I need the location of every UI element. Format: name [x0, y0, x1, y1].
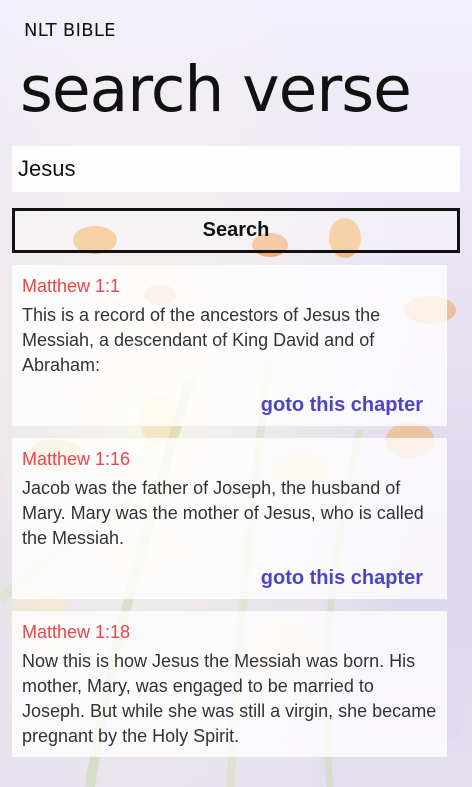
app-root: NLT BIBLE search verse Search Matthew 1:… — [0, 0, 472, 787]
goto-chapter-link[interactable]: goto this chapter — [22, 392, 437, 418]
results-list: Matthew 1:1 This is a record of the ance… — [12, 265, 447, 769]
verse-reference: Matthew 1:16 — [22, 449, 131, 469]
page-title: search verse — [20, 53, 412, 126]
verse-text: This is a record of the ancestors of Jes… — [22, 305, 381, 375]
verse-text: Jacob was the father of Joseph, the husb… — [22, 478, 424, 548]
result-card: Matthew 1:1 This is a record of the ance… — [12, 265, 447, 426]
result-card: Matthew 1:18 Now this is how Jesus the M… — [12, 611, 447, 757]
verse-reference: Matthew 1:18 — [22, 622, 131, 642]
app-title: NLT BIBLE — [24, 20, 116, 41]
result-card: Matthew 1:16 Jacob was the father of Jos… — [12, 438, 447, 599]
verse-reference: Matthew 1:1 — [22, 276, 121, 296]
search-button[interactable]: Search — [12, 208, 460, 253]
search-input[interactable] — [12, 146, 460, 192]
verse-text: Now this is how Jesus the Messiah was bo… — [22, 651, 437, 746]
goto-chapter-link[interactable]: goto this chapter — [22, 565, 437, 591]
